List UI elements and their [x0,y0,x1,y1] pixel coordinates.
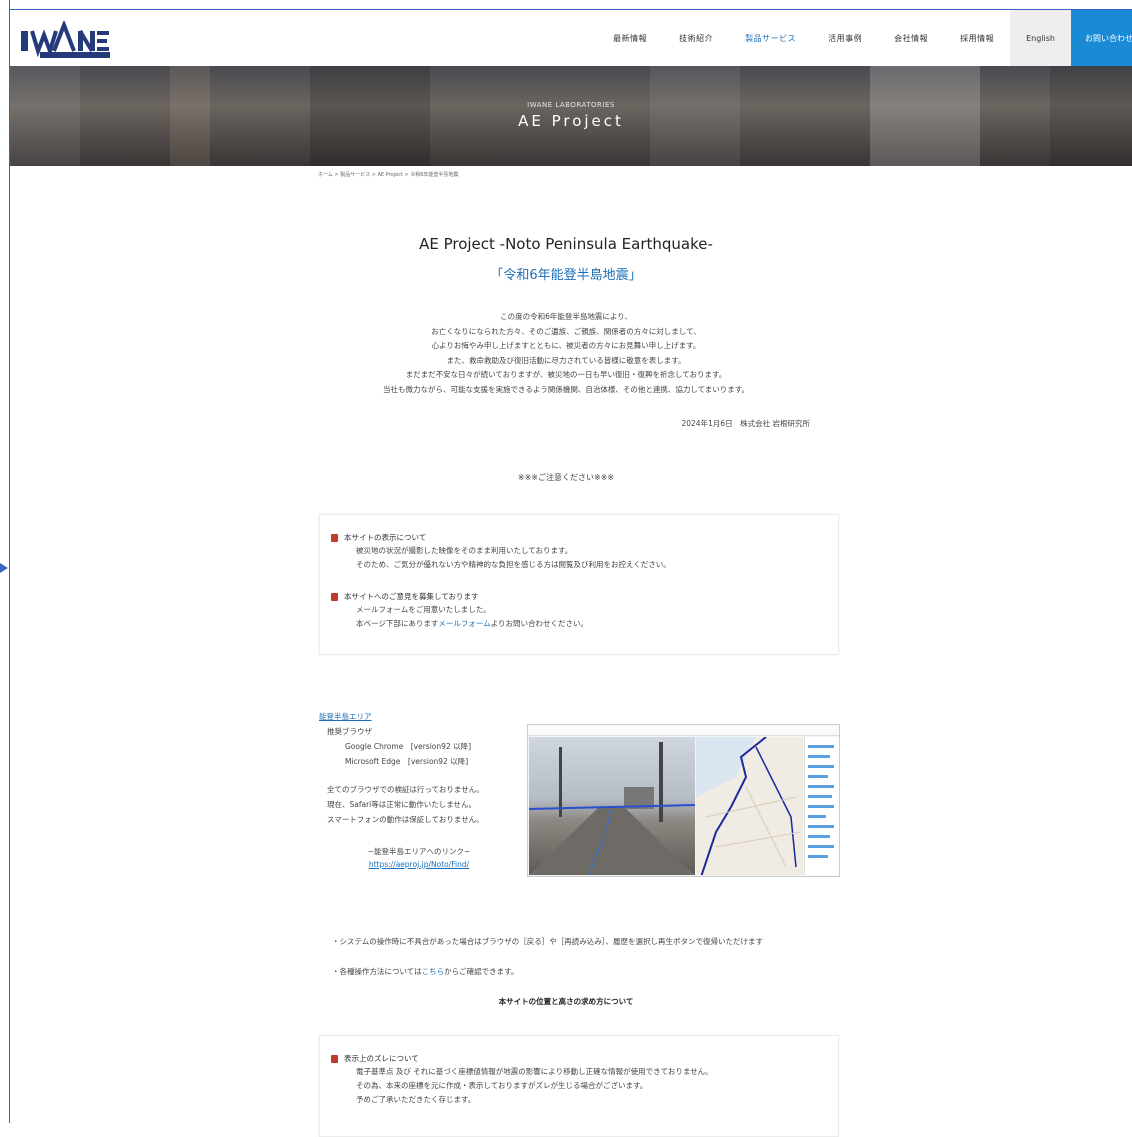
logo-icon [20,19,110,58]
iwane-logo[interactable] [20,19,112,59]
notice-line: 予めご了承いただきたく存じます。 [356,1095,476,1104]
area-link-caption: ~能登半島エリアへのリンク~ [367,847,471,856]
breadcrumb[interactable]: ホーム > 製品サービス > AE Project > 令和6年能登半島地震 [318,171,458,178]
bullet-icon [331,534,338,542]
operation-detail-link[interactable]: こちら [422,967,445,976]
bullet-icon [331,593,338,601]
area-link-url[interactable]: https://aeproj.jp/Noto/Find/ [319,860,519,869]
street-photo [528,737,696,876]
map-view [696,736,803,876]
hero-title: AE Project [518,112,624,130]
notice-line: そのため、ご気分が優れない方や精神的な負担を感じる方は閲覧及び利用をお控えくださ… [356,560,671,569]
offset-notice-box: 表示上のズレについて 電子基準点 及び それに基づく座標値情報が地震の影響により… [319,1035,839,1137]
notice-line: 電子基準点 及び それに基づく座標値情報が地震の影響により移動し正確な情報が使用… [356,1067,713,1076]
message-line: 当社も微力ながら、可能な支援を実施できるよう関係機関、自治体様、その他と連携、協… [383,384,749,394]
compat-line: 全てのブラウザでの検証は行っておりません。 [327,785,484,794]
operation-note: ・システムの操作時に不具合があった場合はブラウザの［戻る］や［再読み込み］、履歴… [332,937,764,946]
hero-subtitle: IWANE LABORATORIES [527,101,615,109]
screenshot-toolbar [528,725,839,736]
notice-item: 表示上のズレについて 電子基準点 及び それに基づく座標値情報が地震の影響により… [331,1053,838,1107]
frame-border-left [9,0,10,1123]
layer-panel [804,737,839,875]
operation-detail-text: からご確認できます。 [444,967,519,976]
page-title: AE Project -Noto Peninsula Earthquake- [419,235,713,253]
position-height-heading: 本サイトの位置と高さの求め方について [498,997,634,1006]
nav-item-company[interactable]: 会社情報 [878,10,944,66]
compatibility-note: 全てのブラウザでの検証は行っておりません。 現在、Safari等は正常に動作いた… [327,782,527,827]
english-button[interactable]: English [1010,10,1071,66]
notice-item-heading: 本サイトの表示について [344,533,427,542]
notice-line: 本ページ下部にありますメールフォームよりお問い合わせください。 [356,619,588,628]
compat-line: 現在、Safari等は正常に動作いたしません。 [327,800,477,809]
nav-item-products[interactable]: 製品サービス [729,10,812,66]
nav-item-news[interactable]: 最新情報 [597,10,663,66]
message-line: まだまだ不安な日々が続いておりますが、被災地の一日も早い復旧・復興を祈念しており… [405,370,727,379]
area-link[interactable]: 能登半島エリア [319,711,372,722]
nav-item-cases[interactable]: 活用事例 [812,10,878,66]
message-line: この度の令和6年能登半島地震により、 [500,312,632,321]
signature: 2024年1月6日 株式会社 岩根研究所 [681,419,810,428]
notice-box: 本サイトの表示について 被災地の状況が撮影した映像をそのまま利用いたしております… [319,514,839,655]
browser-label: 推奨ブラウザ [327,727,372,736]
page-subtitle: 「令和6年能登半島地震」 [490,268,642,283]
operation-detail-text: ・各種操作方法については [332,967,422,976]
notice-line: その為、本来の座標を元に作成・表示しておりますがズレが生じる場合がございます。 [356,1081,648,1090]
notice-item: 本サイトの表示について 被災地の状況が撮影した映像をそのまま利用いたしております… [331,532,838,572]
contact-button[interactable]: お問い合わせ [1071,10,1132,66]
notice-line: メールフォームをご用意いたしました。 [356,605,491,614]
main-nav: 最新情報 技術紹介 製品サービス 活用事例 会社情報 採用情報 English … [597,10,1132,66]
browser-item: Google Chrome [version92 以降] [345,742,471,751]
compat-line: スマートフォンの動作は保証しておりません。 [327,815,484,824]
browser-item: Microsoft Edge [version92 以降] [345,757,469,766]
message-line: また、救命救助及び復旧活動に尽力されている皆様に敬意を表します。 [446,355,686,365]
condolence-message: この度の令和6年能登半島地震により、 お亡くなりになられた方々、そのご遺族、ご親… [0,310,1132,397]
mail-form-link[interactable]: メールフォーム [438,619,490,628]
hero-banner: IWANE LABORATORIES AE Project [10,66,1132,166]
notice-line: 被災地の状況が撮影した映像をそのまま利用いたしております。 [356,546,573,555]
nav-item-recruit[interactable]: 採用情報 [944,10,1010,66]
notice-heading: ※※※ご注意ください※※※ [517,473,615,482]
operation-detail: ・各種操作方法についてはこちらからご確認できます。 [332,966,518,977]
bullet-icon [331,1055,338,1063]
side-arrow-icon [0,563,8,573]
notice-item-heading: 表示上のズレについて [344,1054,419,1063]
notice-item: 本サイトへのご意見を募集しております メールフォームをご用意いたしました。 本ペ… [331,591,838,631]
nav-item-technology[interactable]: 技術紹介 [663,10,729,66]
message-line: お亡くなりになられた方々、そのご遺族、ご親族、関係者の方々に対しまして、 [431,326,701,336]
message-line: 心よりお悔やみ申し上げますとともに、被災者の方々にお見舞い申し上げます。 [431,341,701,350]
recommended-browsers: 推奨ブラウザ Google Chrome [version92 以降] Micr… [327,724,527,769]
notice-item-heading: 本サイトへのご意見を募集しております [344,592,479,601]
site-header: 最新情報 技術紹介 製品サービス 活用事例 会社情報 採用情報 English … [10,10,1132,66]
viewer-screenshot[interactable] [527,724,840,877]
